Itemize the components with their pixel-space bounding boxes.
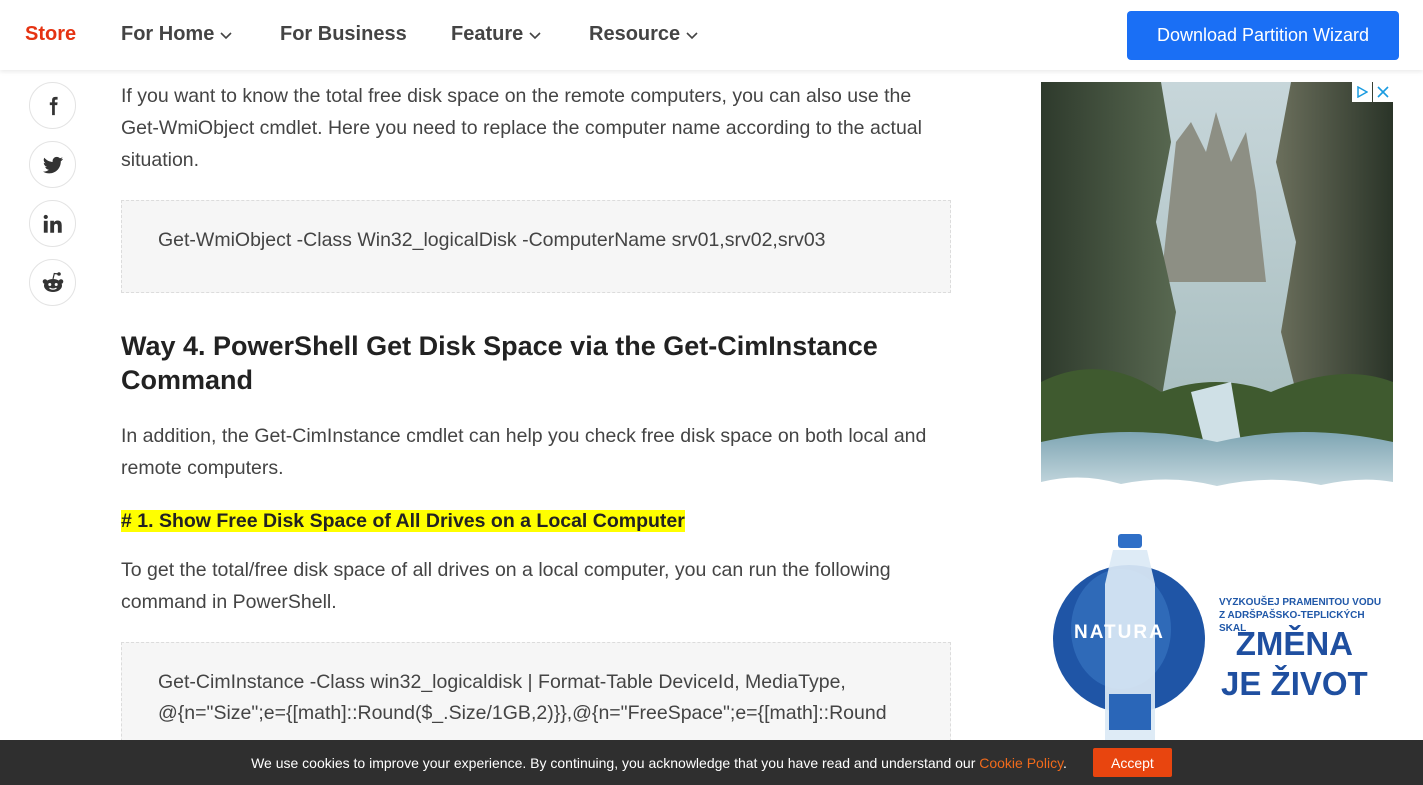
reddit-icon [42, 271, 63, 292]
section-heading: Way 4. PowerShell Get Disk Space via the… [121, 331, 878, 395]
paragraph-local-command: To get the total/free disk space of all … [121, 559, 891, 613]
close-icon [1377, 86, 1389, 98]
code-line-2: @{n="Size";e={[math]::Round($_.Size/1GB,… [158, 702, 887, 724]
site-header: Store For Home For Business Feature Reso… [0, 0, 1423, 70]
ad-slogan: ZMĚNA JE ŽIVOT [1221, 624, 1368, 704]
code-line: Get-WmiObject -Class Win32_logicalDisk -… [158, 229, 826, 251]
nav-for-business-label: For Business [280, 23, 407, 45]
ad-close-button[interactable] [1373, 82, 1393, 102]
adchoices-button[interactable] [1352, 82, 1372, 102]
article-body: If you want to know the total free disk … [121, 80, 951, 762]
advertisement[interactable]: NATURA VYZKOUŠEJ PRAMENITOU VODU Z ADRŠP… [1041, 82, 1393, 742]
share-reddit-button[interactable] [29, 259, 76, 306]
share-linkedin-button[interactable] [29, 200, 76, 247]
ad-controls [1352, 82, 1393, 102]
nav-for-home-label: For Home [121, 23, 215, 45]
cookie-text: We use cookies to improve your experienc… [251, 754, 976, 771]
cookie-message: We use cookies to improve your experienc… [251, 755, 1067, 771]
cookie-period: . [1063, 754, 1067, 771]
chevron-down-icon [220, 31, 232, 39]
nav-feature[interactable]: Feature [451, 23, 541, 46]
cookie-banner: We use cookies to improve your experienc… [0, 740, 1423, 785]
nav-feature-label: Feature [451, 23, 524, 45]
twitter-icon [42, 156, 63, 173]
adchoices-icon [1357, 86, 1368, 98]
subheading-wrapper: # 1. Show Free Disk Space of All Drives … [121, 508, 951, 534]
nav-resource[interactable]: Resource [589, 23, 698, 46]
nav-resource-label: Resource [589, 23, 681, 45]
cookie-policy-link[interactable]: Cookie Policy [979, 755, 1063, 771]
nav-for-home[interactable]: For Home [121, 23, 232, 46]
share-twitter-button[interactable] [29, 141, 76, 188]
facebook-icon [49, 96, 58, 115]
accept-cookies-button[interactable]: Accept [1092, 748, 1172, 777]
nav-for-business[interactable]: For Business [280, 23, 407, 46]
highlighted-subheading: # 1. Show Free Disk Space of All Drives … [121, 510, 685, 532]
paragraph-get-ciminstance: In addition, the Get-CimInstance cmdlet … [121, 425, 927, 479]
linkedin-icon [43, 214, 62, 233]
code-block-wmiobject: Get-WmiObject -Class Win32_logicalDisk -… [121, 200, 951, 293]
share-facebook-button[interactable] [29, 82, 76, 129]
ad-brand-name: NATURA [1074, 622, 1165, 643]
ad-headline-line-1: VYZKOUŠEJ PRAMENITOU VODU [1219, 597, 1382, 608]
intro-paragraph: If you want to know the total free disk … [121, 85, 922, 171]
store-link[interactable]: Store [25, 23, 76, 46]
download-partition-wizard-button[interactable]: Download Partition Wizard [1127, 11, 1399, 60]
code-line-1: Get-CimInstance -Class win32_logicaldisk… [158, 671, 846, 693]
ad-slogan-line-2: JE ŽIVOT [1221, 665, 1368, 702]
chevron-down-icon [686, 31, 698, 39]
chevron-down-icon [529, 31, 541, 39]
ad-slogan-line-1: ZMĚNA [1235, 625, 1354, 662]
ad-landscape-image [1041, 82, 1393, 514]
